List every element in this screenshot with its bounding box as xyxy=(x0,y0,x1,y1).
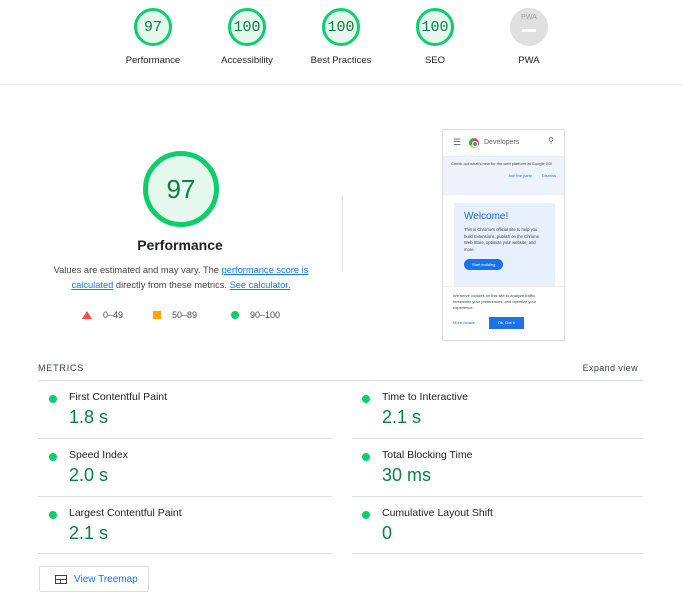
performance-description: Values are estimated and may vary. The p… xyxy=(44,263,318,293)
gauge-label: Best Practices xyxy=(310,55,372,66)
thumb-header: ☰ Developers ⚲ xyxy=(443,130,564,157)
gauge-label: Performance xyxy=(125,55,181,66)
metrics-heading: METRICS xyxy=(38,363,85,373)
pwa-badge-icon: PWA xyxy=(510,8,548,46)
legend-range: 90–100 xyxy=(250,310,281,320)
metric-name: Total Blocking Time xyxy=(382,449,473,461)
metric-value: 2.0 s xyxy=(69,465,109,485)
thumb-banner: Check out what's new for the web platfor… xyxy=(443,157,564,195)
gauge-accessibility[interactable]: 100 Accessibility xyxy=(202,8,292,66)
metric-name: Cumulative Layout Shift xyxy=(382,507,493,519)
metric-value: 2.1 s xyxy=(382,407,422,427)
metric-value: 2.1 s xyxy=(69,523,109,543)
divider xyxy=(352,438,643,439)
pwa-badge-text: PWA xyxy=(521,14,537,21)
thumb-cookie-banner: We serve cookies on this site to analyze… xyxy=(443,286,564,335)
chrome-logo-icon xyxy=(469,138,479,148)
divider xyxy=(352,553,643,554)
triangle-icon xyxy=(82,311,92,319)
metric-name: Time to Interactive xyxy=(382,391,468,403)
pwa-dash xyxy=(522,29,536,32)
gauge-label: PWA xyxy=(518,55,540,66)
metric-value: 0 xyxy=(382,523,393,543)
gauge-performance[interactable]: 97 Performance xyxy=(108,8,198,66)
metric-name: First Contentful Paint xyxy=(69,391,168,403)
square-icon xyxy=(153,311,161,319)
metric-value: 30 ms xyxy=(382,465,432,485)
banner-link: Dismiss xyxy=(542,173,556,178)
view-treemap-button[interactable]: View Treemap xyxy=(39,566,149,592)
legend-fail: 0–49 xyxy=(82,310,123,320)
treemap-icon xyxy=(55,574,67,584)
gauge-seo[interactable]: 100 SEO xyxy=(390,8,480,66)
divider xyxy=(38,553,332,554)
legend-range: 0–49 xyxy=(103,310,124,320)
gauge-label: SEO xyxy=(424,55,446,66)
metric-name: Speed Index xyxy=(69,449,128,461)
legend-range: 50–89 xyxy=(172,310,198,320)
performance-score-gauge: 97 xyxy=(143,151,219,227)
thumb-brand: Developers xyxy=(484,139,520,146)
gauge-score: 97 xyxy=(134,8,172,46)
welcome-button: Start building xyxy=(464,259,504,270)
legend-average: 50–89 xyxy=(153,310,197,320)
gauge-score: 100 xyxy=(322,8,360,46)
welcome-title: Welcome! xyxy=(464,211,509,222)
treemap-label: View Treemap xyxy=(74,573,138,585)
banner-text: Check out what's new for the web platfor… xyxy=(451,161,553,166)
divider xyxy=(38,438,332,439)
pass-circle-icon xyxy=(49,511,57,519)
desc-text: Values are estimated and may vary. The xyxy=(53,265,222,275)
desc-text: directly from these metrics. xyxy=(113,280,230,290)
gauge-score: 100 xyxy=(228,8,266,46)
pass-circle-icon xyxy=(49,395,57,403)
gauge-best-practices[interactable]: 100 Best Practices xyxy=(296,8,386,66)
divider xyxy=(38,380,643,381)
divider xyxy=(38,496,332,497)
gauge-score: 100 xyxy=(416,8,454,46)
welcome-text: This is Chrome's official site to help y… xyxy=(464,227,539,252)
cookie-ok-button: Ok, Got it xyxy=(488,317,524,329)
banner-link: Join the party xyxy=(507,173,532,178)
metric-value: 1.8 s xyxy=(69,407,109,427)
divider xyxy=(352,496,643,497)
gauge-pwa[interactable]: PWA PWA xyxy=(484,8,574,66)
gauge-label: Accessibility xyxy=(221,55,273,66)
circle-icon xyxy=(231,311,239,319)
pass-circle-icon xyxy=(362,511,370,519)
expand-view-button[interactable]: Expand view xyxy=(583,363,638,373)
divider xyxy=(342,196,343,272)
metric-name: Largest Contentful Paint xyxy=(69,507,182,519)
category-gauges-bar: 97 Performance 100 Accessibility 100 Bes… xyxy=(0,0,683,85)
cookie-more-link: More details xyxy=(453,320,475,325)
see-calculator-link[interactable]: See calculator. xyxy=(230,280,291,290)
search-icon: ⚲ xyxy=(548,136,554,145)
legend-pass: 90–100 xyxy=(231,310,280,320)
final-screenshot-thumbnail[interactable]: ☰ Developers ⚲ Check out what's new for … xyxy=(442,129,565,341)
pass-circle-icon xyxy=(49,453,57,461)
performance-title: Performance xyxy=(137,237,223,253)
thumb-welcome-card: Welcome! This is Chrome's official site … xyxy=(454,203,555,287)
pass-circle-icon xyxy=(362,395,370,403)
pass-circle-icon xyxy=(362,453,370,461)
cookie-text: We serve cookies on this site to analyze… xyxy=(453,293,537,310)
menu-icon: ☰ xyxy=(453,137,462,147)
